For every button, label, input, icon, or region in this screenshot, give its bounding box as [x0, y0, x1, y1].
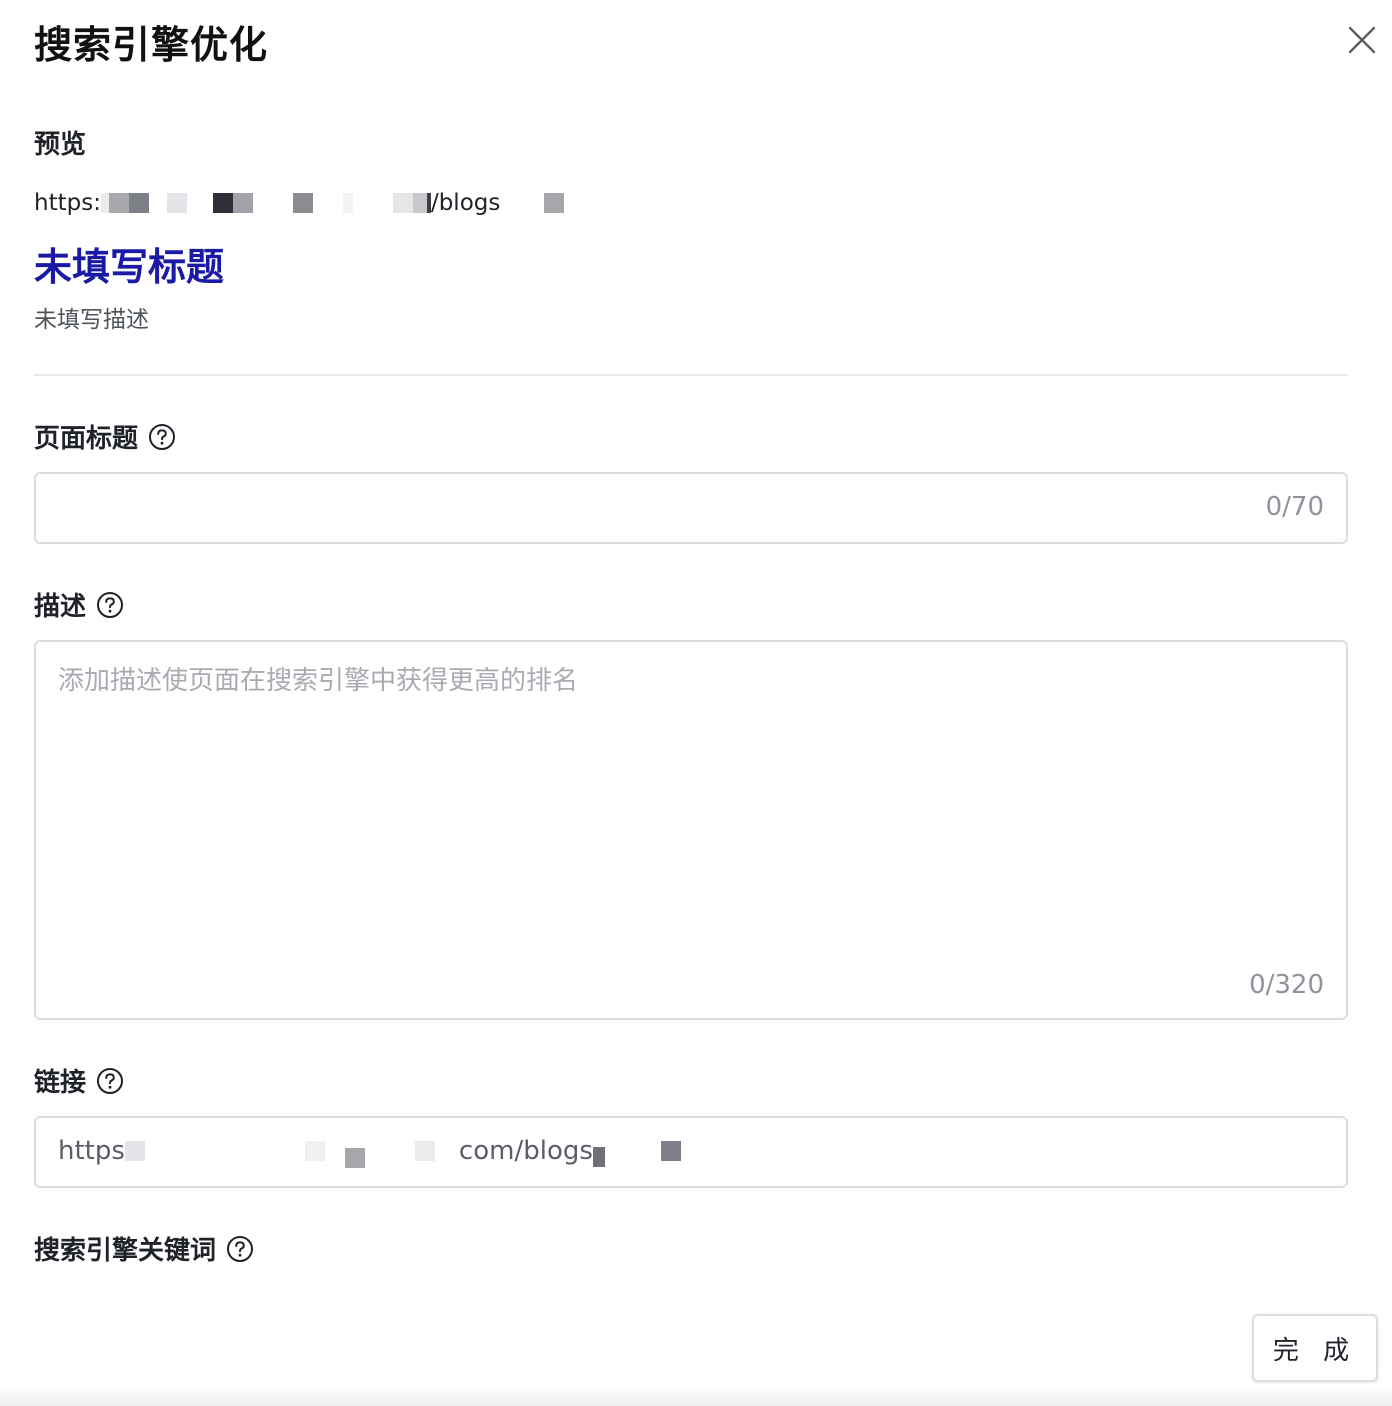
redacted-link-slug-mosaic: [592, 1140, 681, 1167]
link-help-icon[interactable]: [96, 1067, 124, 1095]
redacted-slug-mosaic: [500, 192, 565, 214]
page-title-label: 页面标题: [34, 418, 176, 455]
link-field[interactable]: https com/blogs: [34, 1116, 1348, 1188]
page-title-counter: 0/70: [1265, 492, 1324, 522]
description-help-icon[interactable]: [96, 591, 124, 619]
page-title-field[interactable]: 0/70: [34, 472, 1348, 544]
close-icon: [1348, 26, 1376, 54]
keywords-label: 搜索引擎关键词: [34, 1230, 254, 1267]
page-title-input[interactable]: [36, 474, 1346, 542]
keywords-help-icon[interactable]: [226, 1235, 254, 1263]
preview-description: 未填写描述: [34, 307, 149, 333]
preview-title: 未填写标题: [34, 245, 225, 289]
redacted-link-domain-mosaic: [124, 1140, 459, 1168]
keywords-label-text: 搜索引擎关键词: [34, 1236, 217, 1266]
link-label-text: 链接: [34, 1068, 87, 1098]
dialog-title: 搜索引擎优化: [34, 23, 269, 67]
preview-url-prefix: https:: [34, 190, 101, 216]
page-title-help-icon[interactable]: [148, 423, 176, 451]
divider: [34, 374, 1348, 376]
preview-label-text: 预览: [34, 130, 87, 160]
description-label-text: 描述: [34, 592, 87, 622]
link-value-path: com/blogs: [458, 1136, 593, 1166]
link-input[interactable]: https com/blogs: [58, 1136, 681, 1168]
preview-url: https: /blogs: [34, 190, 565, 216]
preview-label: 预览: [34, 124, 86, 161]
preview-url-path: /blogs: [430, 190, 501, 216]
redacted-domain-mosaic: [100, 192, 431, 214]
description-field[interactable]: 0/320: [34, 640, 1348, 1020]
footer-shadow: [0, 1384, 1392, 1406]
description-label: 描述: [34, 586, 124, 623]
done-button[interactable]: 完 成: [1252, 1314, 1378, 1382]
link-value-prefix: https: [58, 1136, 125, 1166]
seo-dialog: 搜索引擎优化 预览 https: /blogs 未填写标题 未填写描述 页面标题…: [0, 0, 1392, 1406]
page-title-label-text: 页面标题: [34, 424, 139, 454]
description-counter: 0/320: [1249, 970, 1324, 1000]
description-textarea[interactable]: [36, 642, 1346, 1018]
link-label: 链接: [34, 1062, 124, 1099]
close-button[interactable]: [1342, 20, 1382, 60]
